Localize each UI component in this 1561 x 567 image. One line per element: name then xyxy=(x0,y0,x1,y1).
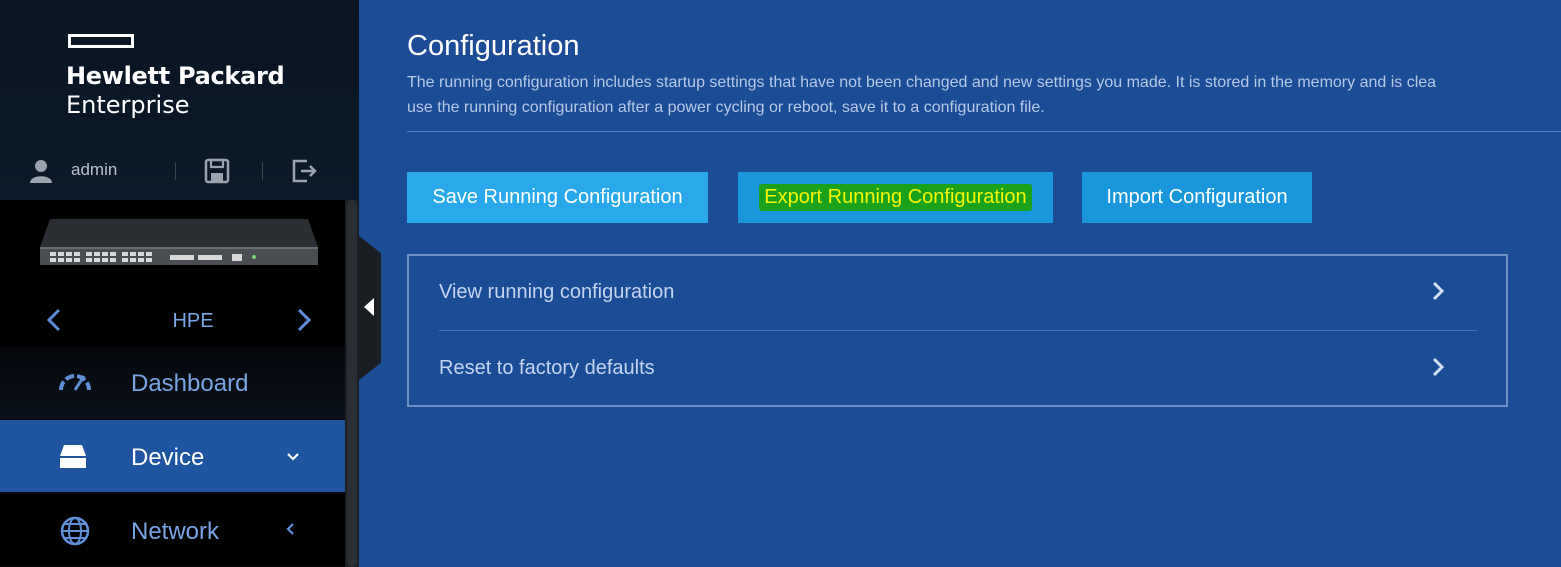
page-title: Configuration xyxy=(407,30,580,62)
reset-factory-defaults-row[interactable]: Reset to factory defaults xyxy=(439,332,1477,406)
nav-label-network: Network xyxy=(131,518,220,545)
gauge-icon xyxy=(58,368,92,398)
network-switch-icon xyxy=(40,219,318,265)
brand-area: Hewlett Packard Enterprise admin xyxy=(0,0,359,200)
user-row: admin xyxy=(0,150,359,192)
view-running-config-label: View running configuration xyxy=(439,281,675,303)
row-divider xyxy=(439,330,1477,331)
reset-factory-defaults-label: Reset to factory defaults xyxy=(439,357,655,379)
import-config-label: Import Configuration xyxy=(1106,186,1288,208)
export-running-config-button[interactable]: Export Running Configuration xyxy=(738,172,1053,223)
description-line-2: use the running configuration after a po… xyxy=(407,99,1045,116)
globe-icon xyxy=(58,516,92,546)
nav-item-network[interactable]: Network xyxy=(0,494,345,566)
chevron-down-icon xyxy=(286,446,300,467)
separator xyxy=(175,162,176,180)
device-icon xyxy=(58,442,92,472)
nav-label-device: Device xyxy=(131,444,205,471)
nav-label-dashboard: Dashboard xyxy=(131,370,249,397)
device-selector: HPE xyxy=(0,302,345,340)
save-running-config-label: Save Running Configuration xyxy=(432,186,683,208)
view-running-config-row[interactable]: View running configuration xyxy=(439,256,1477,330)
separator xyxy=(262,162,263,180)
hpe-logo-icon xyxy=(68,34,134,48)
username-label: admin xyxy=(71,160,118,179)
brand-line-1: Hewlett Packard xyxy=(66,62,285,90)
chevron-left-icon xyxy=(286,520,296,541)
brand-logo-text: Hewlett Packard Enterprise xyxy=(66,62,285,120)
sidebar-scrollbar-thumb[interactable] xyxy=(347,200,357,567)
page-description: The running configuration includes start… xyxy=(407,70,1561,120)
save-icon[interactable] xyxy=(204,158,230,189)
config-options-panel: View running configuration Reset to fact… xyxy=(407,254,1508,407)
description-line-1: The running configuration includes start… xyxy=(407,74,1437,91)
save-running-config-button[interactable]: Save Running Configuration xyxy=(407,172,708,223)
nav-item-dashboard[interactable]: Dashboard xyxy=(0,346,345,418)
chevron-right-icon xyxy=(1431,280,1445,308)
user-icon xyxy=(30,159,52,188)
sidebar: Hewlett Packard Enterprise admin HPE Das… xyxy=(0,0,359,567)
header-divider xyxy=(407,131,1561,132)
chevron-right-icon xyxy=(1431,356,1445,384)
export-running-config-label: Export Running Configuration xyxy=(759,184,1032,211)
brand-line-2: Enterprise xyxy=(66,91,190,119)
nav-item-device[interactable]: Device xyxy=(0,420,345,492)
collapse-arrow-icon[interactable] xyxy=(364,298,374,316)
logout-icon[interactable] xyxy=(291,158,317,189)
next-device-icon[interactable] xyxy=(296,308,312,338)
import-config-button[interactable]: Import Configuration xyxy=(1082,172,1312,223)
